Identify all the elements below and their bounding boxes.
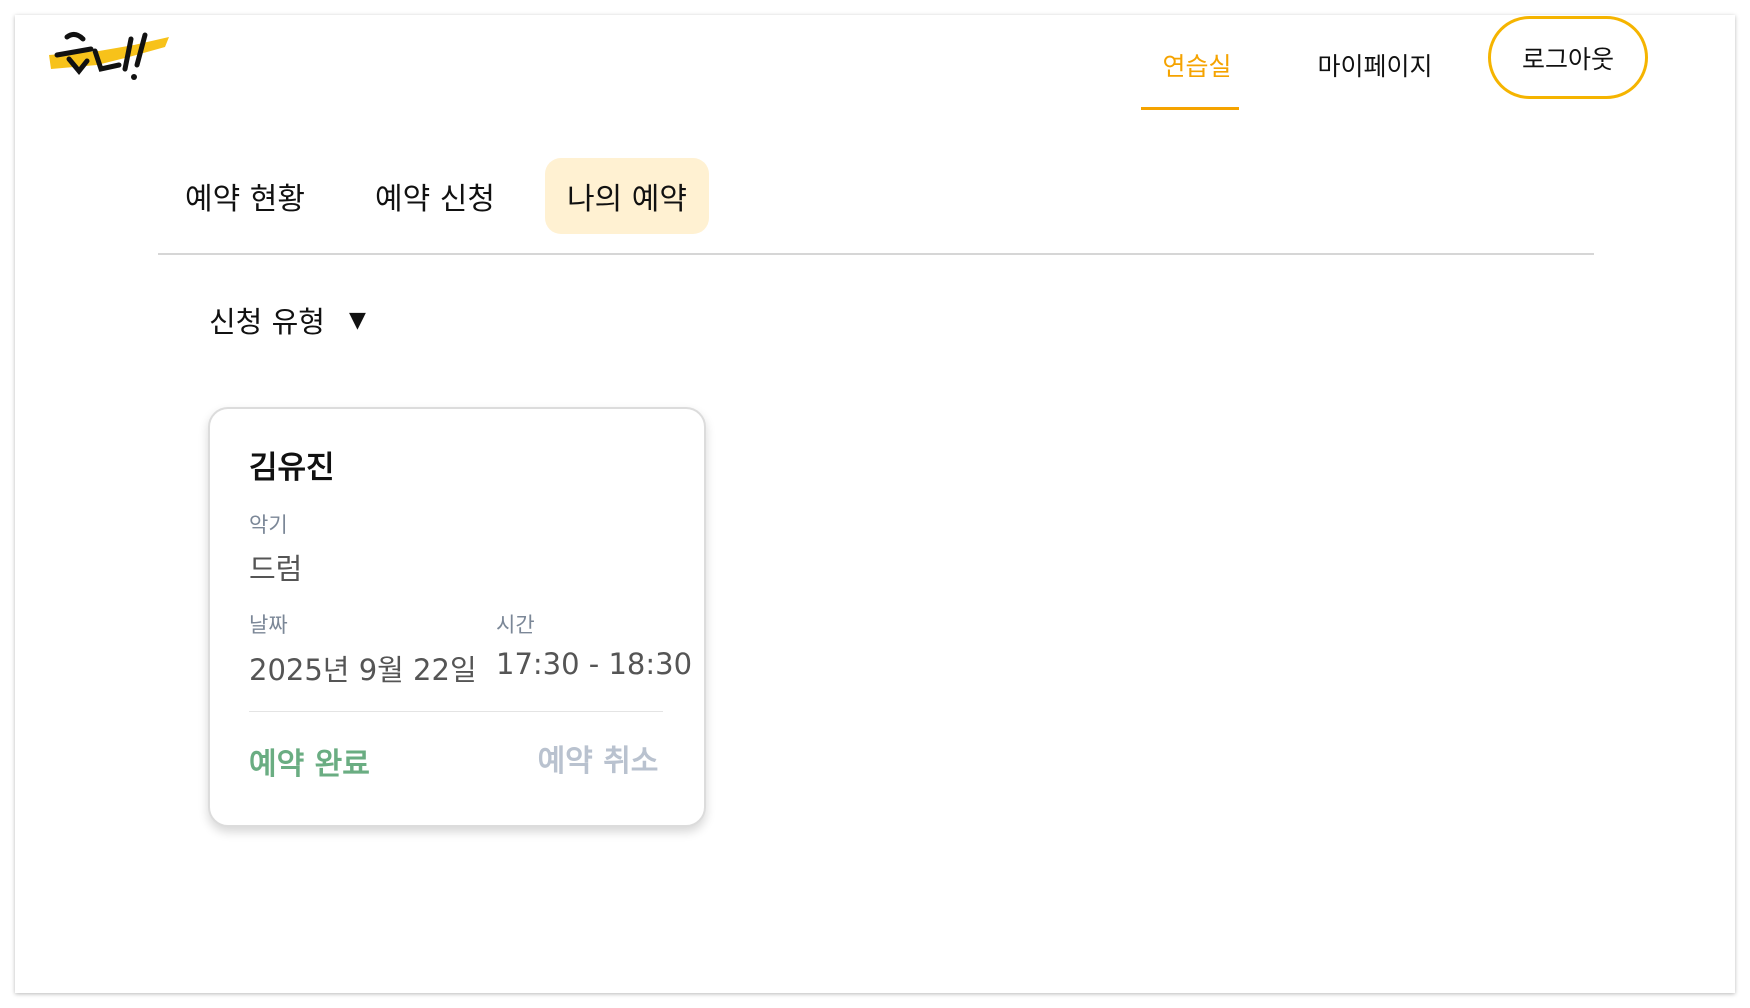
nav-practice-room[interactable]: 연습실 [1141,45,1253,85]
tab-my-reservations[interactable]: 나의 예약 [545,158,709,234]
card-divider [249,711,663,712]
tab-reservation-apply[interactable]: 예약 신청 [365,158,505,234]
date-label: 날짜 [249,613,288,637]
tab-reservation-status-label: 예약 현황 [185,182,305,217]
nav-practice-room-label: 연습실 [1162,52,1232,81]
nav-mypage[interactable]: 마이페이지 [1295,45,1455,85]
caret-down-icon: ▼ [348,307,366,333]
time-value: 17:30 - 18:30 [496,647,693,681]
status-badge: 예약 완료 [249,747,370,782]
instrument-label: 악기 [249,513,288,537]
logout-button[interactable]: 로그아웃 [1488,16,1648,99]
request-type-dropdown[interactable]: 신청 유형 ▼ [209,295,366,345]
tab-reservation-status[interactable]: 예약 현황 [175,158,315,234]
tab-my-reservations-label: 나의 예약 [567,182,687,217]
app-window: 연습실 마이페이지 로그아웃 예약 현황 예약 신청 나의 예약 신청 유형 ▼… [15,15,1735,993]
nav-mypage-label: 마이페이지 [1317,52,1433,81]
logout-label: 로그아웃 [1521,44,1614,74]
reservation-card: 김유진 악기 드럼 날짜 2025년 9월 22일 시간 17:30 - 18:… [208,407,706,827]
cancel-reservation-button[interactable]: 예약 취소 [528,735,668,781]
instrument-value: 드럼 [249,552,303,586]
tab-reservation-apply-label: 예약 신청 [375,182,495,217]
logo[interactable] [39,25,179,85]
request-type-label: 신청 유형 [209,305,325,339]
reservation-name: 김유진 [249,450,335,486]
tabs-divider [158,253,1594,255]
time-label: 시간 [496,613,535,637]
date-value: 2025년 9월 22일 [249,653,477,687]
cancel-reservation-label: 예약 취소 [537,744,659,779]
nav-active-underline [1141,107,1239,110]
